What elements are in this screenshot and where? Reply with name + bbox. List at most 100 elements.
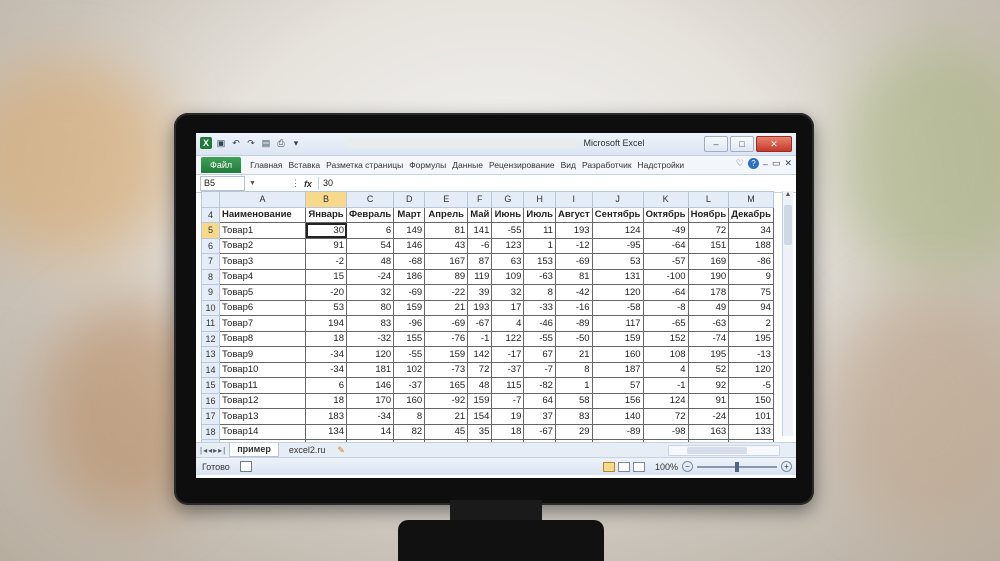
column-header[interactable]: F: [467, 191, 493, 208]
value-cell[interactable]: 109: [491, 268, 525, 285]
value-cell[interactable]: 18: [305, 392, 347, 409]
value-cell[interactable]: -69: [554, 253, 593, 270]
value-cell[interactable]: -86: [728, 253, 774, 270]
value-cell[interactable]: 178: [687, 284, 730, 301]
value-cell[interactable]: -89: [591, 423, 644, 440]
product-name-cell[interactable]: Товар12: [219, 392, 306, 409]
value-cell[interactable]: 9: [728, 268, 774, 285]
value-cell[interactable]: 159: [591, 330, 644, 347]
value-cell[interactable]: 57: [591, 377, 644, 394]
value-cell[interactable]: -64: [642, 284, 689, 301]
column-header[interactable]: D: [393, 191, 426, 208]
row-header[interactable]: 9: [201, 284, 220, 301]
value-cell[interactable]: -34: [345, 408, 395, 425]
value-cell[interactable]: 2: [728, 315, 774, 332]
value-cell[interactable]: -68: [393, 253, 426, 270]
product-name-cell[interactable]: Товар10: [219, 361, 306, 378]
value-cell[interactable]: 152: [642, 330, 689, 347]
value-cell[interactable]: 108: [642, 346, 689, 363]
product-name-cell[interactable]: Товар2: [219, 237, 306, 254]
value-cell[interactable]: 63: [491, 253, 525, 270]
value-cell[interactable]: 187: [591, 361, 644, 378]
value-cell[interactable]: -37: [491, 361, 525, 378]
value-cell[interactable]: 160: [393, 392, 426, 409]
horizontal-scrollbar[interactable]: [668, 444, 780, 456]
value-cell[interactable]: 117: [591, 315, 644, 332]
value-cell[interactable]: 163: [687, 423, 730, 440]
table-header-cell[interactable]: Август: [554, 206, 593, 223]
value-cell[interactable]: 29: [554, 423, 593, 440]
value-cell[interactable]: -69: [393, 284, 426, 301]
value-cell[interactable]: 72: [467, 361, 493, 378]
value-cell[interactable]: 134: [305, 423, 347, 440]
value-cell[interactable]: 142: [467, 346, 493, 363]
value-cell[interactable]: 155: [393, 330, 426, 347]
formula-input[interactable]: 30: [317, 177, 796, 190]
zoom-out-icon[interactable]: −: [682, 461, 693, 472]
value-cell[interactable]: 4: [491, 315, 525, 332]
row-header[interactable]: 17: [201, 408, 220, 425]
value-cell[interactable]: -5: [728, 377, 774, 394]
value-cell[interactable]: -65: [642, 315, 689, 332]
value-cell[interactable]: -67: [467, 315, 493, 332]
name-box[interactable]: B5: [200, 176, 245, 191]
value-cell[interactable]: -8: [642, 299, 689, 316]
value-cell[interactable]: 194: [305, 315, 347, 332]
product-name-cell[interactable]: Товар4: [219, 268, 306, 285]
value-cell[interactable]: 141: [467, 222, 493, 239]
value-cell[interactable]: -76: [424, 330, 469, 347]
zoom-in-icon[interactable]: +: [781, 461, 792, 472]
doc-minimize-icon[interactable]: –: [763, 159, 768, 169]
value-cell[interactable]: -57: [642, 253, 689, 270]
value-cell[interactable]: 170: [345, 392, 395, 409]
zoom-level[interactable]: 100%: [655, 462, 678, 472]
value-cell[interactable]: 30: [305, 222, 347, 239]
value-cell[interactable]: -82: [523, 377, 556, 394]
value-cell[interactable]: -55: [393, 346, 426, 363]
column-header[interactable]: E: [424, 191, 469, 208]
tab-file[interactable]: Файл: [201, 157, 242, 173]
value-cell[interactable]: 195: [687, 346, 730, 363]
value-cell[interactable]: -12: [554, 237, 593, 254]
maximize-button[interactable]: □: [730, 136, 754, 152]
value-cell[interactable]: -1: [642, 377, 689, 394]
column-header[interactable]: L: [687, 191, 730, 208]
value-cell[interactable]: 81: [554, 268, 593, 285]
value-cell[interactable]: 83: [554, 408, 593, 425]
value-cell[interactable]: -20: [305, 284, 347, 301]
value-cell[interactable]: -2: [305, 253, 347, 270]
sheet-tab[interactable]: excel2.ru: [282, 444, 333, 457]
value-cell[interactable]: 119: [467, 268, 493, 285]
scrollbar-thumb[interactable]: [687, 446, 747, 454]
value-cell[interactable]: 159: [393, 299, 426, 316]
value-cell[interactable]: 195: [728, 330, 774, 347]
value-cell[interactable]: -6: [467, 237, 493, 254]
value-cell[interactable]: 21: [554, 346, 593, 363]
value-cell[interactable]: 92: [687, 377, 730, 394]
value-cell[interactable]: 123: [491, 237, 525, 254]
scrollbar-thumb[interactable]: [784, 205, 792, 245]
doc-restore-icon[interactable]: ▭: [772, 158, 781, 169]
product-name-cell[interactable]: Товар7: [219, 315, 306, 332]
tab-view[interactable]: Вид: [558, 160, 579, 170]
column-header[interactable]: H: [523, 191, 556, 208]
zoom-slider[interactable]: [697, 461, 777, 472]
value-cell[interactable]: -63: [523, 268, 556, 285]
value-cell[interactable]: 6: [305, 377, 347, 394]
table-header-cell[interactable]: Июль: [523, 206, 556, 223]
value-cell[interactable]: -7: [491, 392, 525, 409]
value-cell[interactable]: 101: [728, 408, 774, 425]
column-header[interactable]: G: [491, 191, 525, 208]
value-cell[interactable]: 49: [687, 299, 730, 316]
value-cell[interactable]: -96: [393, 315, 426, 332]
minimize-button[interactable]: –: [704, 136, 728, 152]
product-name-cell[interactable]: Товар13: [219, 408, 306, 425]
value-cell[interactable]: 48: [345, 253, 395, 270]
product-name-cell[interactable]: Товар11: [219, 377, 306, 394]
value-cell[interactable]: 43: [424, 237, 469, 254]
page-break-view-icon[interactable]: [632, 461, 645, 472]
table-header-cell[interactable]: Май: [467, 206, 493, 223]
table-header-cell[interactable]: Сентябрь: [591, 206, 644, 223]
value-cell[interactable]: 37: [523, 408, 556, 425]
column-header[interactable]: I: [554, 191, 593, 208]
